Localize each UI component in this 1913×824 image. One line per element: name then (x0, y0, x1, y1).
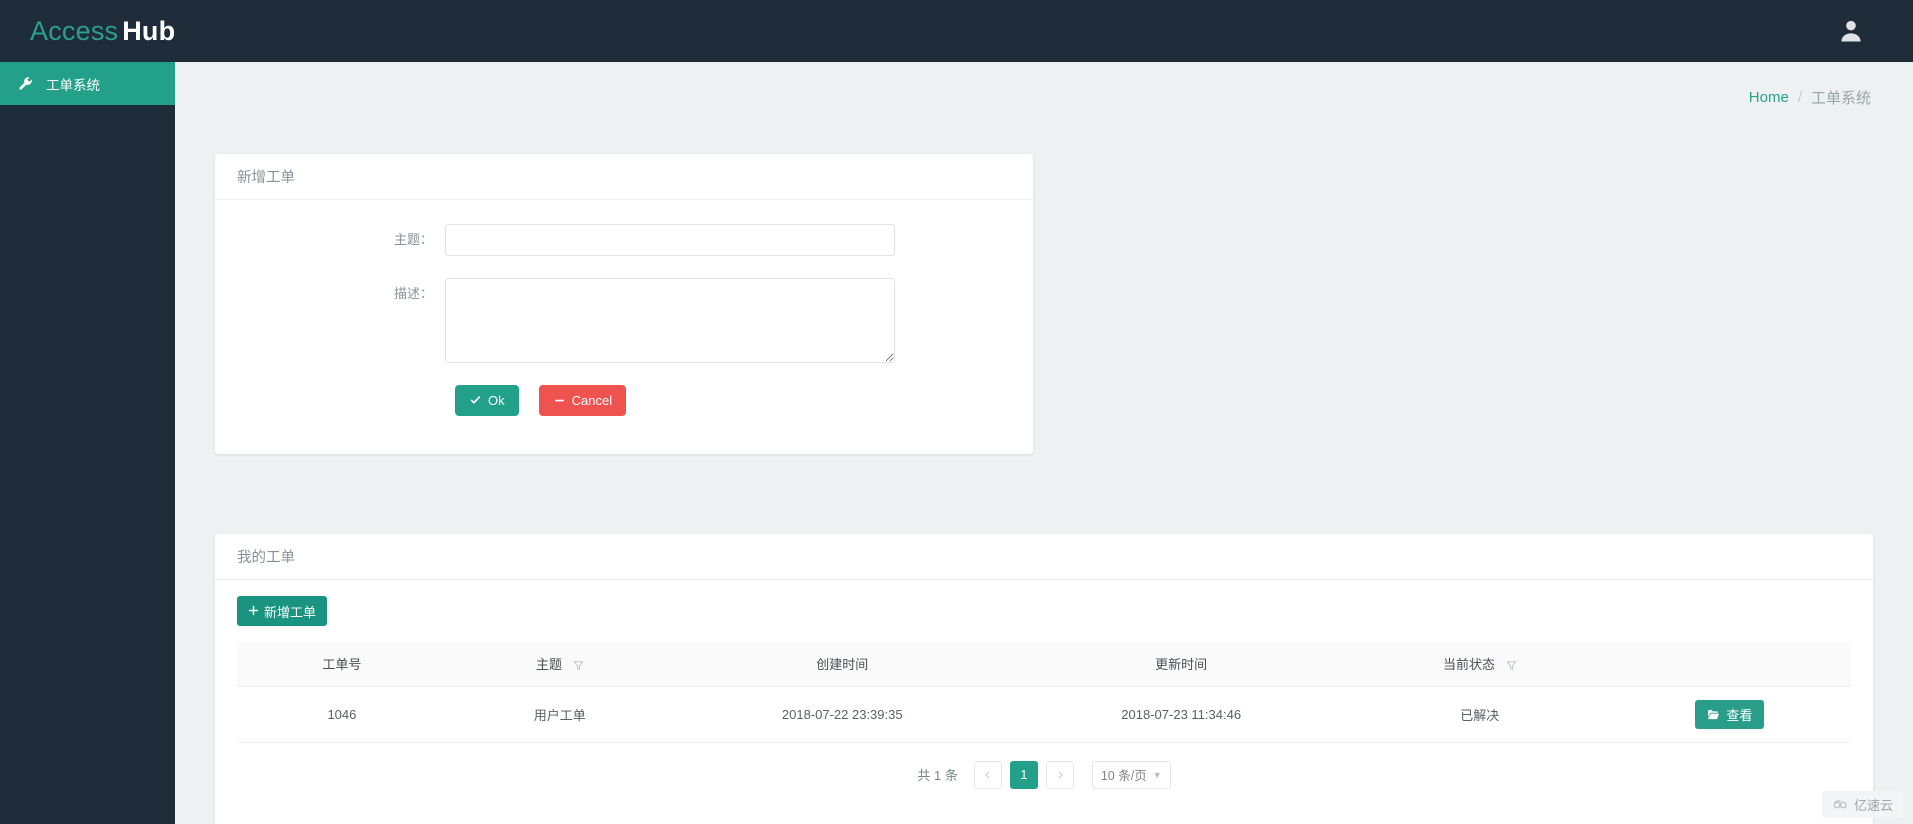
wrench-icon (14, 76, 36, 91)
column-header-status: 当前状态 (1350, 642, 1609, 687)
user-avatar-icon (1841, 20, 1861, 42)
chevron-right-icon (1058, 771, 1063, 778)
view-button[interactable]: 查看 (1695, 699, 1765, 729)
chevron-left-icon (985, 771, 990, 778)
ok-button[interactable]: Ok (455, 385, 519, 416)
breadcrumb-current: 工单系统 (1810, 89, 1871, 107)
table-card-title: 我的工单 (215, 534, 1873, 580)
cell-subject: 用户工单 (446, 686, 673, 743)
column-header-updated: 更新时间 (1011, 642, 1351, 687)
column-header-subject: 主题 (446, 642, 673, 687)
form-card-title: 新增工单 (215, 154, 1033, 200)
subject-label: 主题： (393, 232, 433, 247)
cell-updated: 2018-07-23 11:34:46 (1011, 686, 1351, 743)
sidebar-item-label: 工单系统 (46, 77, 100, 93)
brand-primary: Access (30, 15, 119, 46)
tickets-table: 工单号 主题 创建时间 更新时间 当前状态 1046 用户工单 2018-07-… (237, 642, 1851, 743)
cloud-icon (1832, 798, 1849, 811)
column-header-action (1608, 642, 1851, 687)
top-header-bar: Access Hub (0, 0, 1913, 62)
form-action-buttons: Ok Cancel (215, 385, 1033, 416)
pagination: 共 1 条 1 10 条/页 ▼ (237, 760, 1851, 789)
table-row: 1046 用户工单 2018-07-22 23:39:35 2018-07-23… (237, 686, 1851, 743)
new-ticket-form-card: 新增工单 主题： 描述： Ok Cancel (215, 154, 1033, 454)
pagination-prev-button[interactable] (973, 760, 1002, 789)
form-row-subject: 主题： (215, 224, 1033, 256)
table-header-row: 工单号 主题 创建时间 更新时间 当前状态 (237, 642, 1851, 687)
pagination-total: 共 1 条 (917, 768, 958, 783)
main-content: Home / 工单系统 新增工单 主题： 描述： Ok Cancel 我的工单 … (175, 62, 1913, 824)
chevron-down-icon: ▼ (1152, 769, 1162, 780)
app-brand[interactable]: Access Hub (30, 16, 175, 47)
column-header-id: 工单号 (237, 642, 447, 687)
sidebar-item-ticket-system[interactable]: 工单系统 (0, 62, 175, 105)
column-label: 工单号 (322, 657, 362, 673)
form-row-description: 描述： (215, 278, 1033, 363)
plus-icon (248, 604, 259, 619)
form-body: 主题： 描述： Ok Cancel (215, 200, 1033, 416)
column-label: 当前状态 (1442, 657, 1495, 673)
minus-icon (553, 394, 566, 407)
cancel-button[interactable]: Cancel (538, 385, 627, 416)
column-header-created: 创建时间 (672, 642, 1012, 687)
pagination-next-button[interactable] (1045, 760, 1074, 789)
pagination-page-1[interactable]: 1 (1009, 760, 1038, 789)
column-label: 创建时间 (816, 657, 869, 673)
breadcrumb-separator: / (1797, 88, 1802, 106)
app-root: Access Hub 工单系统 Home / 工单系统 新增工单 主题： 描述：… (0, 0, 1913, 824)
view-button-label: 查看 (1726, 707, 1753, 723)
cell-status: 已解决 (1350, 686, 1609, 743)
subject-input[interactable] (445, 224, 895, 256)
column-label: 更新时间 (1155, 657, 1208, 673)
filter-icon[interactable] (1506, 660, 1517, 671)
sidebar: 工单系统 (0, 62, 175, 824)
watermark: 亿速云 (1821, 791, 1903, 818)
cell-action: 查看 (1608, 686, 1851, 743)
pagination-page-size-select[interactable]: 10 条/页 ▼ (1091, 760, 1171, 789)
add-ticket-button[interactable]: 新增工单 (237, 596, 328, 626)
table-body: 新增工单 工单号 主题 创建时间 更新时间 当前状态 1046 用户工单 201… (215, 580, 1873, 789)
table-header: 工单号 主题 创建时间 更新时间 当前状态 (237, 642, 1851, 687)
my-tickets-card: 我的工单 新增工单 工单号 主题 创建时间 更新时间 当前状态 1046 用户工… (215, 534, 1873, 824)
cell-created: 2018-07-22 23:39:35 (672, 686, 1012, 743)
folder-open-icon (1707, 708, 1720, 721)
page-size-label: 10 条/页 (1100, 769, 1147, 783)
brand-secondary: Hub (122, 15, 176, 46)
cell-id: 1046 (237, 686, 447, 743)
cancel-button-label: Cancel (571, 393, 613, 408)
filter-icon[interactable] (573, 660, 584, 671)
breadcrumb-home-link[interactable]: Home (1749, 89, 1789, 106)
check-icon (469, 394, 482, 407)
table-body-rows: 1046 用户工单 2018-07-22 23:39:35 2018-07-23… (237, 686, 1851, 743)
breadcrumb: Home / 工单系统 (175, 62, 1913, 132)
description-label: 描述： (393, 286, 433, 301)
description-textarea[interactable] (445, 278, 895, 363)
add-ticket-label: 新增工单 (264, 604, 317, 620)
watermark-text: 亿速云 (1853, 798, 1893, 813)
column-label: 主题 (535, 657, 562, 673)
ok-button-label: Ok (488, 393, 505, 408)
avatar[interactable] (1831, 11, 1871, 51)
